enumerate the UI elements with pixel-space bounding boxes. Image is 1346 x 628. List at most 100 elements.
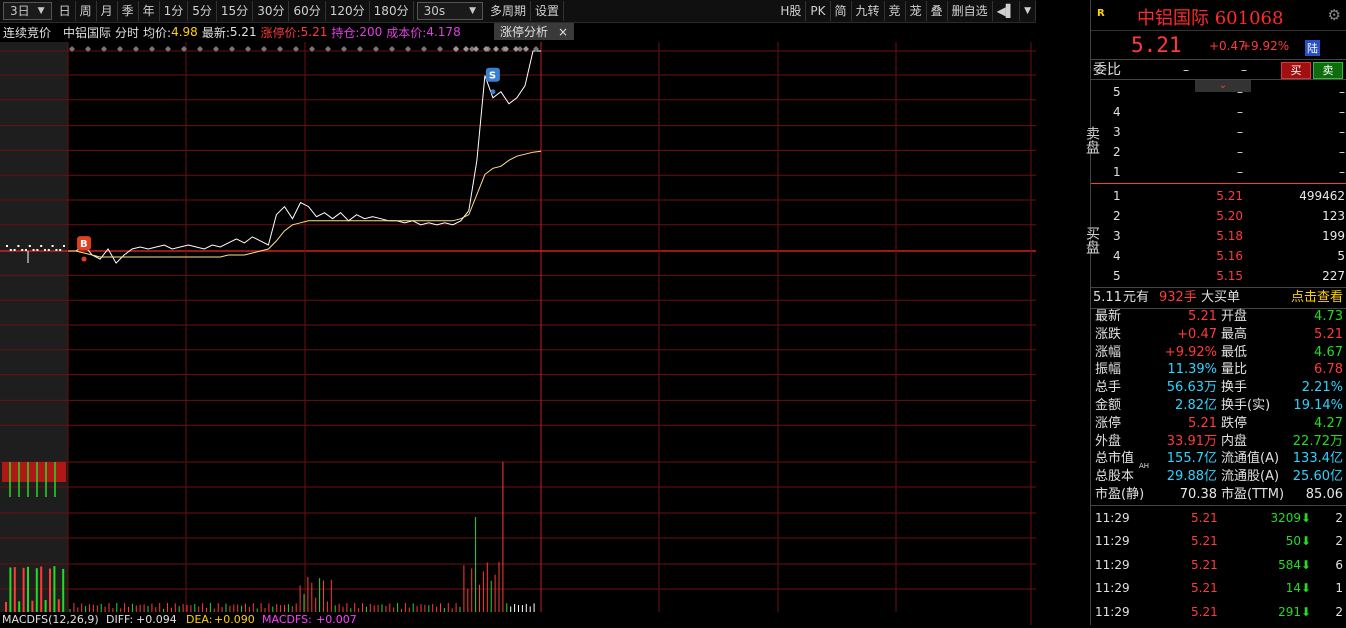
toolbar-right-button-3[interactable]: 九转 [852, 1, 885, 21]
period-tab-11[interactable]: 180分 [370, 1, 414, 21]
period-tab-9[interactable]: 60分 [289, 1, 326, 21]
toolbar-right-button-1[interactable]: PK [806, 1, 831, 21]
stat-label: 量比 [1221, 362, 1248, 378]
avg-price-label: 均价: [143, 25, 172, 40]
toolbar-right-button-6[interactable]: 叠 [927, 1, 948, 21]
bid-volume: 5 [1337, 249, 1345, 263]
period-tab-1[interactable]: 周 [76, 1, 97, 21]
limit-up-analysis-label: 涨停分析 [500, 25, 549, 39]
bid-level: 3 [1113, 229, 1121, 243]
sell-marker-label: S [489, 71, 496, 82]
toolbar-right-button-7[interactable]: 删自选 [948, 1, 993, 21]
ask-level: 2 [1113, 145, 1121, 159]
stat-value: 5.21 [1188, 309, 1217, 324]
settings-button[interactable]: 设置 [531, 1, 565, 21]
bid-price: 5.21 [1216, 189, 1243, 203]
buy-button[interactable]: 买 [1281, 62, 1311, 79]
stat-value: 133.4亿 [1292, 451, 1343, 467]
gear-icon[interactable]: ⚙ [1328, 6, 1341, 24]
tick-row: 11:29 5.21 14 ⬇ 1 [1091, 577, 1346, 600]
collapse-panel-icon[interactable]: ◀▌ [993, 1, 1021, 21]
bid-row[interactable]: 2 5.20 123 [1113, 206, 1345, 226]
ask-price: – [1237, 145, 1243, 159]
tick-price: 5.21 [1191, 581, 1218, 596]
ask-level: 3 [1113, 125, 1121, 139]
tick-price: 5.21 [1191, 604, 1218, 619]
bid-volume: 227 [1322, 269, 1345, 283]
sell-point [490, 89, 496, 95]
close-icon[interactable]: × [558, 25, 568, 39]
big-order-row[interactable]: 5.11 元有 932手 大买单 点击查看 [1091, 287, 1346, 309]
bid-level: 2 [1113, 209, 1121, 223]
tick-price: 5.21 [1191, 511, 1218, 525]
stat-value: 2.21% [1301, 380, 1343, 396]
weibi-value: – [1183, 63, 1189, 77]
interval-select[interactable]: 30s ▼ [416, 2, 484, 20]
down-arrow-icon: ⬇ [1300, 604, 1311, 619]
quote-panel: R 中铝国际 601068 ⚙ 5.21 +0.47 +9.92% 陆 委比 –… [1084, 0, 1346, 625]
premarket-point [63, 245, 65, 247]
ah-superscript: AH [1139, 462, 1150, 471]
toolbar-right-button-2[interactable]: 简 [831, 1, 852, 21]
ask-level: 4 [1113, 105, 1121, 119]
tick-volume: 14 [1285, 581, 1301, 596]
period-tab-2[interactable]: 月 [97, 1, 118, 21]
limit-up-analysis-tab[interactable]: 涨停分析 × [494, 23, 575, 40]
chart-svg: 9.92%8.73%7.50%6.22%4.99%3.76%2.53%1.30%… [0, 42, 1073, 626]
tick-volume: 50 [1285, 534, 1301, 549]
ask-row[interactable]: 1 – – [1113, 162, 1345, 182]
period-tab-4[interactable]: 年 [139, 1, 160, 21]
limit-price-value: 5.21 [300, 25, 328, 39]
stat-label: 涨停 [1095, 415, 1122, 431]
period-tab-5[interactable]: 1分 [160, 1, 189, 21]
stat-label: 总市值 [1095, 451, 1135, 467]
ask-row[interactable]: 2 – – [1113, 142, 1345, 162]
period-tab-7[interactable]: 15分 [217, 1, 254, 21]
premarket-point [44, 249, 46, 251]
period-tab-8[interactable]: 30分 [253, 1, 290, 21]
indicator-text: +0.007 [316, 613, 357, 625]
toolbar-right-button-5[interactable]: 茏 [906, 1, 927, 21]
stat-label: 最高 [1221, 326, 1248, 342]
bid-row[interactable]: 5 5.15 227 [1113, 266, 1345, 286]
bid-row[interactable]: 4 5.16 5 [1113, 246, 1345, 266]
tick-row: 11:29 5.21 50 ⬇ 2 [1091, 530, 1346, 553]
period-tab-3[interactable]: 季 [118, 1, 139, 21]
stat-label: 外盘 [1095, 433, 1122, 449]
period-tab-0[interactable]: 日 [55, 1, 76, 21]
toolbar-right-button-4[interactable]: 竞 [885, 1, 906, 21]
toolbar-right-button-0[interactable]: H股 [776, 1, 807, 21]
ask-row[interactable]: 4 – – [1113, 102, 1345, 122]
period-select[interactable]: 3日 ▼ [3, 2, 52, 20]
premarket-point [25, 249, 27, 251]
bid-level: 5 [1113, 269, 1121, 283]
tick-time: 11:29 [1095, 557, 1130, 572]
indicator-text: MACDFS: [262, 613, 312, 625]
bid-row[interactable]: 1 5.21 499462 [1113, 186, 1345, 206]
tick-price: 5.21 [1191, 557, 1218, 572]
period-tab-6[interactable]: 5分 [188, 1, 217, 21]
stat-label: 跌停 [1221, 415, 1248, 431]
sell-button[interactable]: 卖 [1313, 62, 1343, 79]
stat-value: 19.14% [1293, 398, 1343, 413]
ask-row[interactable]: 5 – – [1113, 82, 1345, 102]
multi-period-button[interactable]: 多周期 [486, 1, 532, 21]
stat-label: 金额 [1095, 398, 1122, 413]
stat-label: 内盘 [1221, 433, 1248, 449]
ask-row[interactable]: 3 – – [1113, 122, 1345, 142]
top-toolbar: 3日 ▼ 日周月季年 1分 5分 15分 30分 60分 120分 180分 30s ▼ 多周… [0, 0, 1036, 23]
big-order-link[interactable]: 点击查看 [1291, 288, 1343, 308]
intraday-chart[interactable]: 9.92%8.73%7.50%6.22%4.99%3.76%2.53%1.30%… [0, 42, 1073, 626]
period-tab-10[interactable]: 120分 [326, 1, 370, 21]
tick-volume: 291 [1278, 604, 1301, 619]
indicator-text: +0.094 [136, 613, 177, 625]
premarket-point [9, 249, 12, 251]
stat-value: 56.63万 [1166, 380, 1217, 396]
tick-count: 2 [1335, 511, 1343, 525]
more-dropdown-icon[interactable]: ▼ [1020, 1, 1036, 21]
bid-row[interactable]: 3 5.18 199 [1113, 226, 1345, 246]
cost-price-label: 成本价: [386, 25, 427, 40]
premarket-point [55, 249, 58, 251]
big-order-volume: 932手 [1159, 290, 1197, 305]
bid-price: 5.20 [1216, 209, 1243, 223]
